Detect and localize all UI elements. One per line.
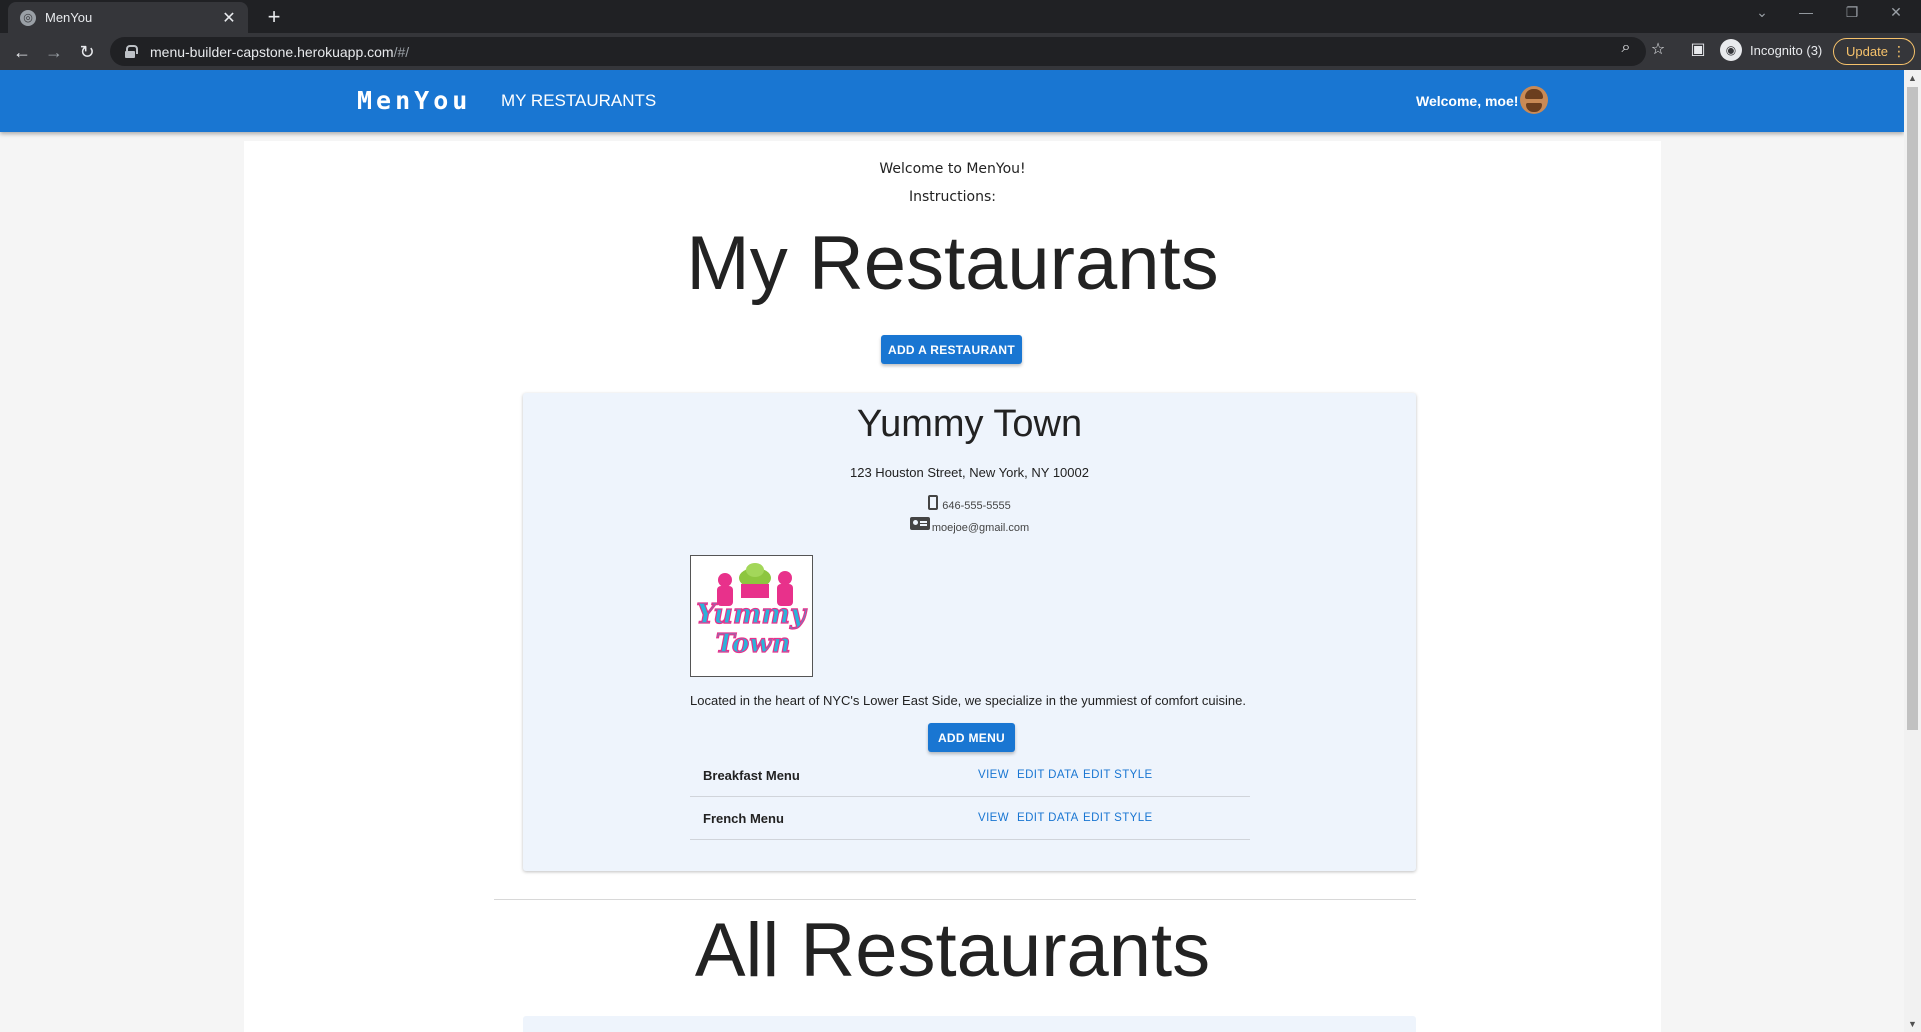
browser-tabstrip: ◎ MenYou ✕ + ⌄ — ❐ ✕ bbox=[0, 0, 1921, 33]
restaurant-phone: 646-555-5555 bbox=[942, 500, 1011, 512]
scroll-up-icon[interactable]: ▲ bbox=[1908, 73, 1917, 83]
restaurant-logo: Yummy Town bbox=[690, 555, 813, 677]
tab-search-icon[interactable]: ⌄ bbox=[1750, 4, 1774, 21]
contact-card-icon bbox=[909, 517, 930, 530]
email-row: moejoe@gmail.com bbox=[523, 517, 1416, 534]
back-icon[interactable]: ← bbox=[10, 40, 34, 64]
all-restaurants-heading: All Restaurants bbox=[694, 908, 1211, 993]
minimize-icon[interactable]: — bbox=[1794, 4, 1818, 20]
reload-icon[interactable]: ↻ bbox=[75, 40, 99, 64]
lock-icon[interactable] bbox=[124, 44, 138, 59]
url-host: menu-builder-capstone.herokuapp.com bbox=[150, 43, 394, 60]
logo-text-yummy: Yummy bbox=[696, 599, 808, 630]
app-header: MenYou MY RESTAURANTS Welcome, moe! bbox=[0, 70, 1904, 132]
phone-row: 646-555-5555 bbox=[523, 495, 1416, 512]
update-button[interactable]: Update ⋮ bbox=[1833, 38, 1915, 65]
browser-tab[interactable]: ◎ MenYou ✕ bbox=[8, 2, 248, 33]
restaurant-address: 123 Houston Street, New York, NY 10002 bbox=[850, 465, 1089, 480]
edit-style-link[interactable]: EDIT STYLE bbox=[1083, 769, 1153, 781]
section-divider bbox=[494, 899, 1416, 900]
scroll-down-icon[interactable]: ▼ bbox=[1908, 1019, 1917, 1029]
scroll-thumb[interactable] bbox=[1907, 87, 1918, 730]
phone-icon bbox=[928, 495, 939, 510]
brand-logo[interactable]: MenYou bbox=[357, 86, 471, 115]
menu-name: Breakfast Menu bbox=[703, 768, 800, 783]
logo-text-town: Town bbox=[716, 629, 791, 659]
menu-row: Breakfast Menu VIEW EDIT DATA EDIT STYLE bbox=[690, 754, 1250, 797]
my-restaurants-heading: My Restaurants bbox=[686, 221, 1219, 306]
main-content: Welcome to MenYou! Instructions: My Rest… bbox=[244, 141, 1661, 1032]
incognito-icon: ◉ bbox=[1720, 39, 1742, 61]
add-restaurant-button[interactable]: ADD A RESTAURANT bbox=[881, 335, 1022, 364]
view-menu-link[interactable]: VIEW bbox=[978, 812, 1009, 824]
page-viewport: MenYou MY RESTAURANTS Welcome, moe! Welc… bbox=[0, 70, 1921, 1032]
edit-data-link[interactable]: EDIT DATA bbox=[1017, 812, 1079, 824]
menu-row: French Menu VIEW EDIT DATA EDIT STYLE bbox=[690, 797, 1250, 840]
restaurant-card bbox=[523, 1016, 1416, 1032]
kebab-icon: ⋮ bbox=[1892, 43, 1906, 59]
globe-icon: ◎ bbox=[20, 9, 36, 26]
welcome-user: Welcome, moe! bbox=[1416, 93, 1519, 109]
sidepanel-icon[interactable]: ▣ bbox=[1688, 39, 1708, 59]
view-menu-link[interactable]: VIEW bbox=[978, 769, 1009, 781]
restaurant-description: Located in the heart of NYC's Lower East… bbox=[690, 693, 1246, 708]
restaurant-name: Yummy Town bbox=[856, 403, 1083, 445]
page-scrollbar[interactable]: ▲ ▼ bbox=[1904, 70, 1921, 1032]
incognito-label: Incognito (3) bbox=[1750, 42, 1823, 58]
menu-name: French Menu bbox=[703, 811, 784, 826]
add-menu-button[interactable]: ADD MENU bbox=[928, 723, 1015, 752]
edit-data-link[interactable]: EDIT DATA bbox=[1017, 769, 1079, 781]
close-window-icon[interactable]: ✕ bbox=[1884, 4, 1908, 21]
tab-title: MenYou bbox=[45, 10, 93, 25]
welcome-text: Welcome to MenYou! bbox=[879, 161, 1026, 177]
url-path: /#/ bbox=[393, 43, 410, 60]
user-avatar[interactable] bbox=[1520, 86, 1548, 114]
star-icon[interactable]: ☆ bbox=[1648, 39, 1668, 59]
close-tab-icon[interactable]: ✕ bbox=[220, 8, 238, 28]
browser-toolbar: ← → ↻ menu-builder-capstone.herokuapp.co… bbox=[0, 33, 1921, 70]
nav-my-restaurants[interactable]: MY RESTAURANTS bbox=[501, 91, 656, 111]
restaurant-email: moejoe@gmail.com bbox=[931, 522, 1030, 534]
new-tab-button[interactable]: + bbox=[262, 5, 286, 29]
instructions-text: Instructions: bbox=[909, 189, 996, 205]
address-bar[interactable]: menu-builder-capstone.herokuapp.com /#/ bbox=[110, 37, 1646, 66]
restaurant-card: Yummy Town 123 Houston Street, New York,… bbox=[523, 393, 1416, 871]
zoom-icon[interactable]: ⌕ bbox=[1616, 39, 1636, 57]
restore-icon[interactable]: ❐ bbox=[1840, 4, 1864, 21]
menu-list: Breakfast Menu VIEW EDIT DATA EDIT STYLE… bbox=[690, 754, 1250, 840]
forward-icon[interactable]: → bbox=[42, 40, 66, 64]
incognito-indicator[interactable]: ◉ Incognito (3) bbox=[1720, 39, 1822, 61]
update-label: Update bbox=[1846, 44, 1888, 59]
edit-style-link[interactable]: EDIT STYLE bbox=[1083, 812, 1153, 824]
